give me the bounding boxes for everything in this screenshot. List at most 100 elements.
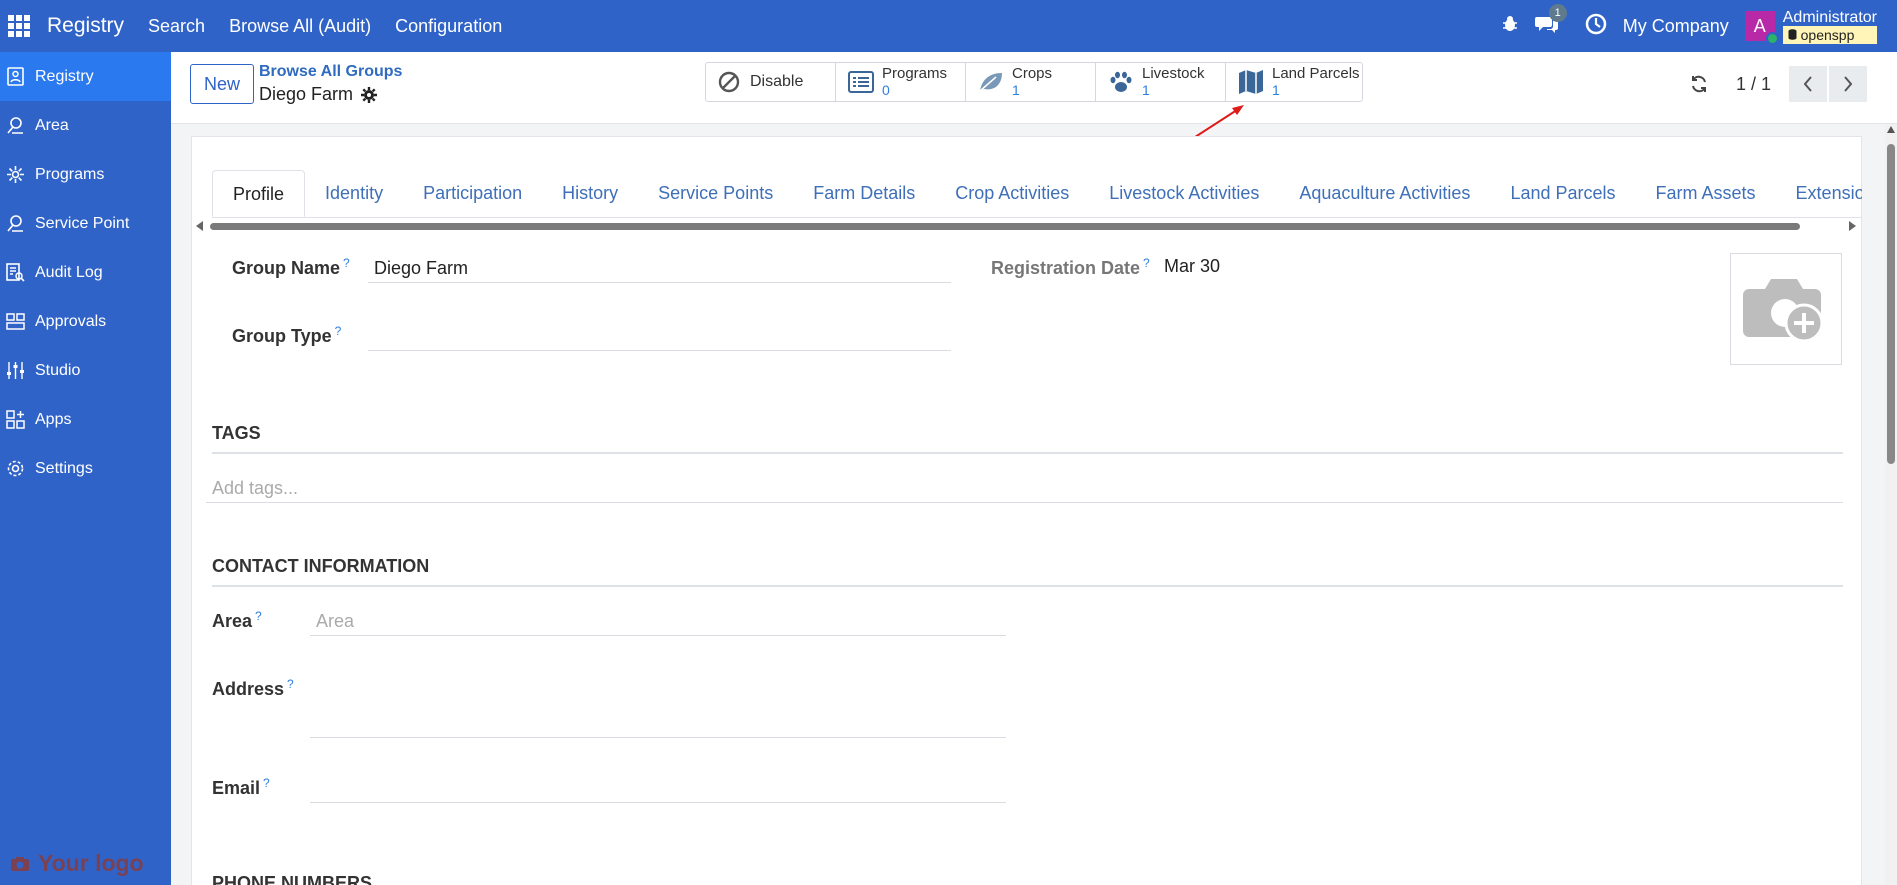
app-brand[interactable]: Registry — [47, 14, 124, 38]
tags-input[interactable]: Add tags... — [206, 473, 1843, 503]
ban-icon — [718, 71, 740, 93]
email-field[interactable] — [310, 773, 1006, 803]
sidebar-item-registry[interactable]: Registry — [0, 52, 171, 101]
tab-service-points[interactable]: Service Points — [638, 170, 793, 217]
database-badge: openspp — [1782, 25, 1877, 44]
sidebar-item-programs[interactable]: Programs — [0, 150, 171, 199]
service-point-icon — [7, 215, 23, 232]
tab-participation[interactable]: Participation — [403, 170, 542, 217]
sidebar-item-studio[interactable]: Studio — [0, 346, 171, 395]
smart-button-crops[interactable]: Crops 1 — [966, 63, 1096, 101]
stat-value: 1 — [1142, 82, 1150, 98]
sidebar-item-label: Audit Log — [35, 263, 103, 281]
leaf-icon — [979, 73, 1002, 92]
nav-configuration[interactable]: Configuration — [395, 16, 502, 37]
help-tooltip-icon[interactable]: ? — [1143, 256, 1150, 270]
help-tooltip-icon[interactable]: ? — [343, 256, 350, 270]
area-input[interactable]: Area — [310, 606, 1006, 636]
address-textarea[interactable] — [310, 674, 1006, 738]
app-grid-icon[interactable] — [8, 15, 30, 37]
tab-extension-services[interactable]: Extension Serv — [1776, 170, 1862, 217]
pager-value[interactable]: 1 / 1 — [1736, 74, 1771, 95]
image-upload[interactable] — [1730, 253, 1842, 365]
map-icon — [1239, 70, 1263, 94]
sidebar-item-area[interactable]: Area — [0, 101, 171, 150]
breadcrumb[interactable]: Browse All Groups — [259, 63, 402, 81]
avatar[interactable]: A — [1744, 11, 1779, 45]
pager-next-button[interactable] — [1829, 66, 1867, 102]
refresh-icon[interactable] — [1690, 75, 1708, 93]
record-name: Diego Farm — [259, 84, 354, 104]
phone-numbers-heading: PHONE NUMBERS — [212, 873, 373, 885]
nav-search[interactable]: Search — [148, 16, 205, 37]
user-name: Administrator — [1782, 8, 1877, 26]
company-switcher[interactable]: My Company — [1623, 16, 1729, 37]
sidebar-item-label: Apps — [35, 410, 72, 428]
group-type-label: Group Type? — [232, 324, 342, 346]
approvals-icon — [6, 313, 25, 330]
pager-previous-button[interactable] — [1789, 66, 1827, 102]
sidebar-item-approvals[interactable]: Approvals — [0, 297, 171, 346]
messages-icon[interactable]: 1 — [1534, 3, 1567, 39]
scroll-up-arrow[interactable] — [1887, 126, 1895, 133]
sidebar-item-settings[interactable]: Settings — [0, 444, 171, 493]
group-name-label: Group Name? — [232, 256, 350, 278]
tab-livestock-activities[interactable]: Livestock Activities — [1089, 170, 1279, 217]
studio-icon — [7, 362, 24, 379]
group-type-select[interactable] — [368, 321, 951, 351]
tab-identity[interactable]: Identity — [305, 170, 403, 217]
scroll-left-arrow[interactable] — [196, 221, 203, 231]
scrollbar-thumb[interactable] — [210, 223, 1800, 230]
form-sheet: Profile Identity Participation History S… — [191, 136, 1862, 885]
help-tooltip-icon[interactable]: ? — [287, 677, 294, 691]
disable-button[interactable]: Disable — [706, 63, 836, 101]
sidebar-item-audit-log[interactable]: Audit Log — [0, 248, 171, 297]
sidebar-item-label: Service Point — [35, 214, 130, 232]
sidebar-item-service-point[interactable]: Service Point — [0, 199, 171, 248]
programs-icon — [7, 166, 24, 183]
user-menu[interactable]: Administrator openspp — [1782, 8, 1877, 44]
scroll-right-arrow[interactable] — [1849, 221, 1856, 231]
tab-farm-details[interactable]: Farm Details — [793, 170, 935, 217]
tab-aquaculture-activities[interactable]: Aquaculture Activities — [1279, 170, 1490, 217]
smart-button-livestock[interactable]: Livestock 1 — [1096, 63, 1226, 101]
new-button[interactable]: New — [190, 64, 254, 104]
messages-badge: 1 — [1548, 3, 1567, 22]
gear-icon[interactable] — [361, 86, 378, 103]
smart-button-programs[interactable]: Programs 0 — [836, 63, 966, 101]
bug-icon[interactable] — [1501, 15, 1519, 38]
tab-profile[interactable]: Profile — [212, 170, 306, 217]
registry-icon — [7, 67, 24, 86]
page-scrollbar[interactable] — [1885, 124, 1897, 885]
smart-button-land-parcels[interactable]: Land Parcels 1 — [1226, 63, 1362, 101]
section-divider — [212, 452, 1843, 454]
stat-label: Livestock — [1142, 65, 1205, 82]
group-name-input[interactable]: Diego Farm — [368, 253, 951, 283]
tabs-scrollbar[interactable] — [196, 221, 1856, 231]
nav-browse-all-audit[interactable]: Browse All (Audit) — [229, 16, 371, 37]
your-logo: Your logo — [10, 850, 144, 877]
paw-icon — [1110, 71, 1132, 92]
top-navbar: Registry Search Browse All (Audit) Confi… — [0, 0, 1897, 52]
help-tooltip-icon[interactable]: ? — [263, 776, 270, 790]
tab-farm-assets[interactable]: Farm Assets — [1636, 170, 1776, 217]
audit-log-icon — [6, 263, 25, 282]
tab-history[interactable]: History — [542, 170, 638, 217]
sidebar-item-label: Programs — [35, 165, 105, 183]
notebook-tabs: Profile Identity Participation History S… — [212, 170, 1862, 218]
tab-land-parcels[interactable]: Land Parcels — [1490, 170, 1635, 217]
tags-heading: TAGS — [212, 423, 261, 443]
stat-label: Land Parcels — [1272, 65, 1360, 82]
control-panel: New Browse All Groups Diego Farm Disable… — [171, 52, 1897, 124]
email-label: Email? — [212, 776, 270, 798]
help-tooltip-icon[interactable]: ? — [255, 609, 262, 623]
record-title: Diego Farm — [259, 84, 378, 105]
stat-label: Programs — [882, 65, 948, 82]
sidebar-item-apps[interactable]: Apps — [0, 395, 171, 444]
sidebar-item-label: Registry — [35, 67, 94, 85]
tab-crop-activities[interactable]: Crop Activities — [935, 170, 1089, 217]
scrollbar-thumb[interactable] — [1887, 144, 1895, 464]
contact-information-heading: CONTACT INFORMATION — [212, 556, 430, 576]
help-tooltip-icon[interactable]: ? — [335, 324, 342, 338]
activity-clock-icon[interactable] — [1585, 13, 1607, 40]
